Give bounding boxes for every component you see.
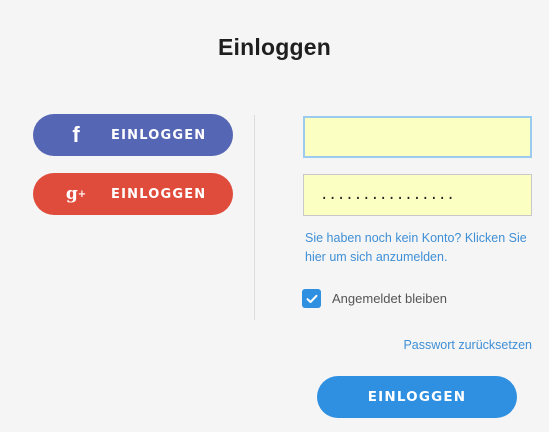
remember-label: Angemeldet bleiben <box>332 291 447 306</box>
password-field[interactable] <box>303 174 532 216</box>
email-field[interactable] <box>303 116 532 158</box>
facebook-login-label: EINLOGGEN <box>111 127 207 143</box>
remember-checkbox[interactable] <box>302 289 321 308</box>
facebook-login-button[interactable]: f EINLOGGEN <box>33 114 233 156</box>
page-title: Einloggen <box>218 34 331 60</box>
signup-link[interactable]: Sie haben noch kein Konto? Klicken Sie h… <box>305 229 537 267</box>
login-page: Einloggen f EINLOGGEN g+ EINLOGGEN Sie h… <box>0 0 549 432</box>
vertical-divider <box>254 115 255 320</box>
facebook-icon: f <box>72 122 80 147</box>
reset-password-link[interactable]: Passwort zurücksetzen <box>403 338 532 352</box>
google-plus-icon: g + <box>65 184 87 204</box>
remember-me: Angemeldet bleiben <box>302 289 447 308</box>
google-login-button[interactable]: g + EINLOGGEN <box>33 173 233 215</box>
checkmark-icon <box>306 294 317 303</box>
google-login-label: EINLOGGEN <box>111 186 207 202</box>
login-submit-button[interactable]: EINLOGGEN <box>317 376 517 418</box>
